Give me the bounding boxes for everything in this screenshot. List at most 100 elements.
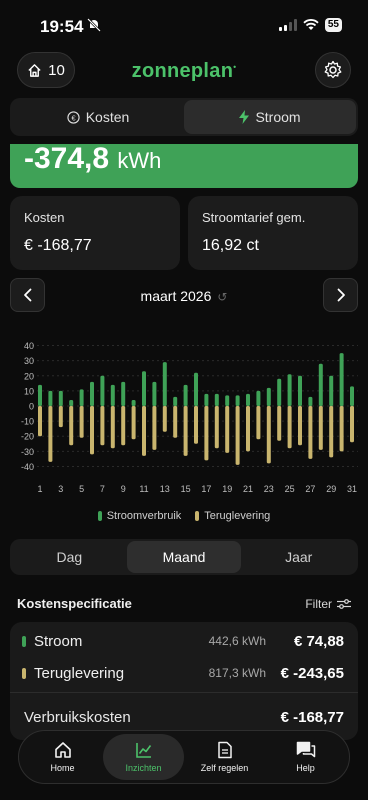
bar [350,386,354,406]
chart-line-icon [135,743,151,758]
spec-qty-stroom: 442,6 kWh [208,634,266,648]
spec-total-name: Verbruikskosten [24,708,131,726]
bar [204,393,209,406]
bar [162,362,167,406]
status-bar: 19:54 55 [0,0,368,44]
settings-button[interactable] [315,52,351,88]
next-month-button[interactable] [323,278,358,312]
bar [142,371,146,406]
bar [90,406,94,455]
tab-maand[interactable]: Maand [126,541,242,573]
home-icon [54,742,71,758]
spec-row-stroom[interactable]: Stroom 442,6 kWh € 74,88 [10,625,358,657]
filter-icon [337,598,351,609]
spec-amount-stroom: € 74,88 [293,632,344,650]
bar [183,406,188,456]
svg-text:€: € [71,113,76,122]
app-header: 10 zonneplan• [0,52,368,92]
bar [69,406,74,446]
bar [266,406,271,464]
energy-bar-chart: 403020100-10-20-30-401 3 5 7 9 11 13 15 17 19 21 23… [21,341,358,494]
nav-home[interactable]: Home [22,734,103,780]
signal-icon [278,19,297,31]
tab-dag[interactable]: Dag [12,541,127,573]
x-tick-label: 25 [285,484,295,494]
x-tick-label: 1 [37,484,42,494]
month-label: maart 2026 ↺ [0,288,368,304]
month-text: maart 2026 [140,288,212,304]
bar [225,406,230,453]
bar [100,375,105,406]
bar [152,406,157,450]
bar [110,384,115,406]
y-tick-label: -10 [21,417,34,427]
cost-spec-header: Kostenspecificatie Filter [17,596,351,611]
energy-total: -374,8 kWh [24,144,162,175]
bar [339,406,344,452]
legend-swatch-stroomverbruik [97,511,102,521]
bar [246,393,250,406]
tariff-value: 16,92 ct [202,237,259,254]
tab-jaar[interactable]: Jaar [241,541,356,573]
spec-qty-teruglevering: 817,3 kWh [208,666,266,680]
nav-help[interactable]: Help [265,734,346,780]
costs-card[interactable]: Kosten € -168,77 [10,196,180,270]
tab-stroom[interactable]: Stroom [184,100,356,134]
tab-stroom-label: Stroom [255,109,301,125]
bar [214,393,219,406]
costs-label: Kosten [24,210,65,225]
bar [173,396,178,406]
x-tick-label: 21 [243,484,253,494]
bar [48,390,53,406]
filter-button[interactable]: Filter [305,597,351,611]
month-navigation: maart 2026 ↺ [0,278,368,314]
spec-amount-teruglevering: € -243,65 [280,664,344,682]
legend-item-stroomverbruik: Stroomverbruik [97,510,181,522]
bar [58,406,63,428]
cost-spec-card: Stroom 442,6 kWh € 74,88 Teruglevering 8… [10,622,358,740]
x-tick-label: 19 [222,484,232,494]
bar [225,395,230,406]
spec-row-teruglevering[interactable]: Teruglevering 817,3 kWh € -243,65 [10,657,358,689]
y-tick-label: 0 [29,402,34,412]
spec-total-row: Verbruikskosten € -168,77 [10,702,358,732]
x-tick-label: 7 [100,484,105,494]
bar [121,381,126,406]
bar [110,406,115,449]
chevron-right-icon [337,288,345,302]
bar [183,384,188,406]
bar [38,406,42,437]
bar [173,406,178,438]
costs-value: € -168,77 [24,237,92,254]
nav-zelf-regelen[interactable]: Zelf regelen [184,734,265,780]
bar [38,384,42,406]
reset-icon[interactable]: ↺ [217,290,227,304]
battery-indicator: 55 [324,18,342,32]
nav-inzichten-label: Inzichten [125,763,162,773]
nav-help-label: Help [296,763,315,773]
y-tick-label: 20 [24,371,34,381]
bar [131,406,136,440]
bar [256,390,261,406]
spec-name-teruglevering: Teruglevering [34,664,125,682]
tariff-card[interactable]: Stroomtarief gem. 16,92 ct [188,196,358,270]
bar [121,406,126,446]
legend-label-teruglevering: Teruglevering [204,510,271,522]
x-tick-label: 13 [160,484,170,494]
tab-kosten-label: Kosten [85,109,130,125]
bar [329,375,334,406]
x-tick-label: 11 [139,484,148,494]
bar [235,406,240,465]
bell-muted-icon [87,18,101,32]
y-tick-label: -40 [21,462,34,472]
bar [318,406,323,450]
nav-inzichten[interactable]: Inzichten [103,734,184,780]
status-indicators: 55 [278,18,342,32]
nav-home-label: Home [50,763,75,773]
spec-bullet-stroom [22,635,26,647]
period-toggle: Dag Maand Jaar [10,539,358,575]
tab-kosten[interactable]: € Kosten [12,100,184,134]
bar [277,406,282,441]
bar [350,406,354,443]
bottom-tab-bar: Home Inzichten Zelf regelen Help [18,730,350,784]
